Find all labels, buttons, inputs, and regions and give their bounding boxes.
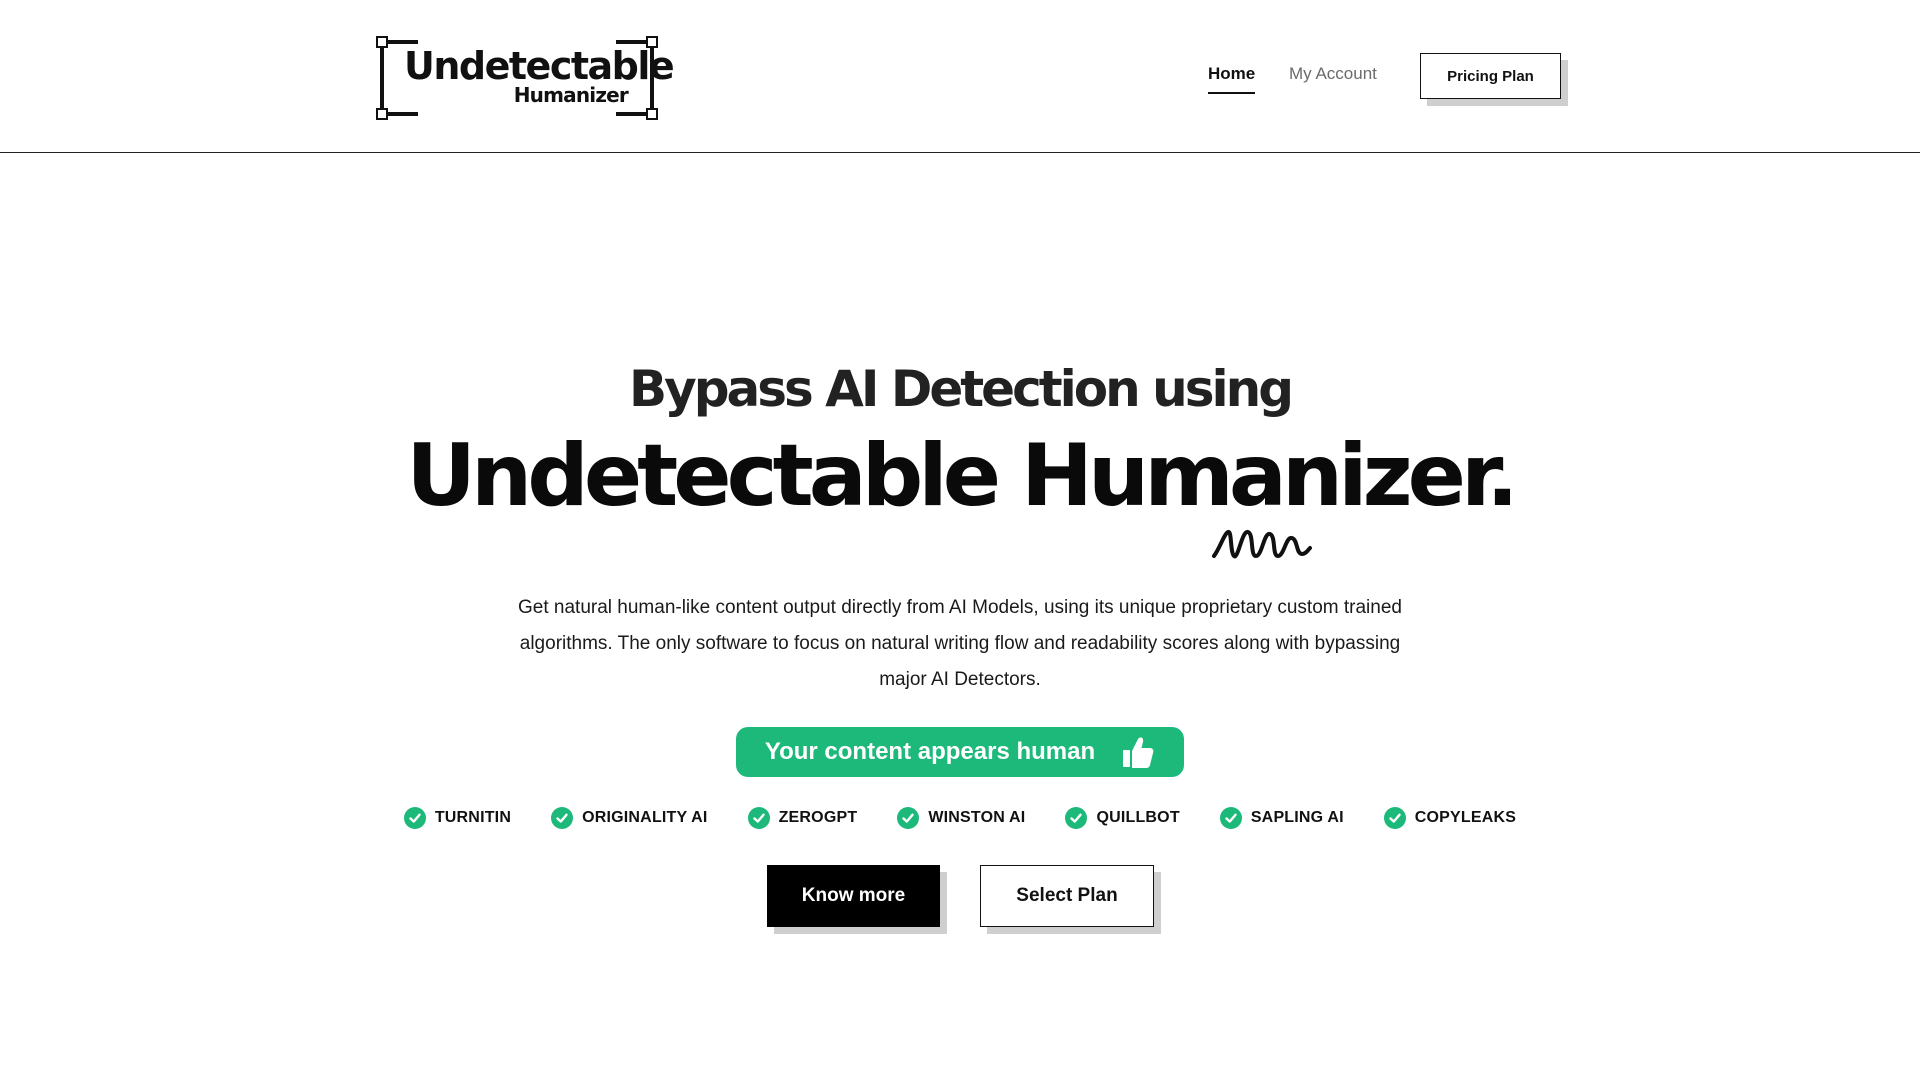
hero-description: Get natural human-like content output di… [518, 597, 1402, 690]
detector-copyleaks: COPYLEAKS [1383, 807, 1517, 829]
check-circle-icon [1065, 807, 1088, 829]
check-circle-icon [1383, 807, 1406, 829]
pricing-plan-button[interactable]: Pricing Plan [1420, 53, 1561, 99]
check-circle-icon [897, 807, 920, 829]
logo-title: Undetectable [404, 44, 675, 88]
detector-label: SAPLING AI [1250, 809, 1344, 826]
hero-heading-line1: Bypass AI Detection using [628, 360, 1294, 418]
site-header: Undetectable Humanizer Home My Account P… [0, 0, 1920, 153]
detector-label: ZEROGPT [778, 809, 858, 826]
detector-winston-ai: WINSTON AI [897, 807, 1025, 829]
detector-label: TURNITIN [434, 809, 512, 826]
know-more-button[interactable]: Know more [767, 865, 940, 927]
brand-logo[interactable]: Undetectable Humanizer [376, 36, 675, 120]
squiggle-decoration-icon [1212, 529, 1312, 559]
detector-label: COPYLEAKS [1414, 809, 1517, 826]
detector-quillbot: QUILLBOT [1065, 807, 1180, 829]
check-circle-icon [1219, 807, 1242, 829]
check-circle-icon [551, 807, 574, 829]
hero-heading-line2: Undetectable Humanizer. [406, 426, 1519, 526]
detector-list: TURNITIN ORIGINALITY AI ZEROGPT WINSTON … [0, 806, 1920, 830]
badge-text: Your content appears human [764, 738, 1096, 765]
thumbs-up-icon [1121, 735, 1155, 769]
detector-zerogpt: ZEROGPT [747, 807, 858, 829]
detector-sapling-ai: SAPLING AI [1219, 807, 1344, 829]
check-circle-icon [747, 807, 770, 829]
detector-label: WINSTON AI [928, 809, 1026, 826]
detector-turnitin: TURNITIN [403, 807, 512, 829]
human-content-badge: Your content appears human [736, 727, 1184, 777]
detector-label: ORIGINALITY AI [582, 809, 708, 826]
nav-my-account-link[interactable]: My Account [1289, 64, 1377, 96]
detector-originality-ai: ORIGINALITY AI [551, 807, 707, 829]
select-plan-button[interactable]: Select Plan [980, 865, 1154, 927]
detector-label: QUILLBOT [1096, 809, 1180, 826]
check-circle-icon [403, 807, 426, 829]
logo-subtitle: Humanizer [513, 83, 629, 107]
nav-home-link[interactable]: Home [1208, 64, 1256, 96]
